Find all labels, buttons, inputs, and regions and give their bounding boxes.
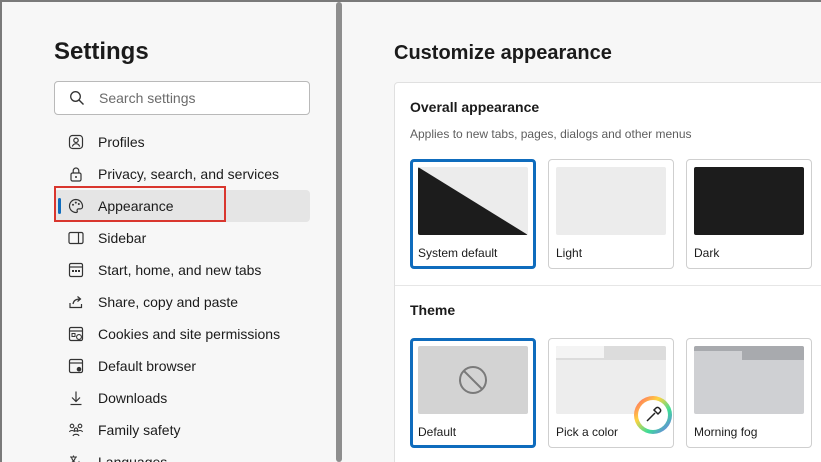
sidebar-item-share[interactable]: Share, copy and paste xyxy=(54,286,310,318)
tile-label: System default xyxy=(418,246,498,260)
lock-icon xyxy=(68,166,84,182)
sidebar-item-label: Downloads xyxy=(98,390,168,406)
system-default-swatch xyxy=(418,167,528,235)
sidebar-item-label: Start, home, and new tabs xyxy=(98,262,262,278)
theme-option-default[interactable]: Default xyxy=(410,338,536,448)
dark-preview xyxy=(694,167,804,235)
light-preview xyxy=(556,167,666,235)
settings-sidebar: Settings Profiles Privacy, search, and s… xyxy=(2,2,334,462)
color-picker-icon[interactable] xyxy=(633,395,673,440)
home-grid-icon xyxy=(68,262,84,278)
sidebar-item-label: Profiles xyxy=(98,134,145,150)
theme-title: Theme xyxy=(410,302,456,318)
appearance-option-dark[interactable]: Dark xyxy=(686,159,812,269)
system-default-preview xyxy=(418,167,528,235)
theme-option-pick-color[interactable]: Pick a color xyxy=(548,338,674,448)
sidebar-item-start-home[interactable]: Start, home, and new tabs xyxy=(54,254,310,286)
sidebar-item-sidebar[interactable]: Sidebar xyxy=(54,222,310,254)
sidebar-item-label: Family safety xyxy=(98,422,181,438)
appearance-option-system-default[interactable]: System default xyxy=(410,159,536,269)
overall-appearance-description: Applies to new tabs, pages, dialogs and … xyxy=(410,127,692,141)
tile-label: Light xyxy=(556,246,583,260)
appearance-card: Overall appearance Applies to new tabs, … xyxy=(394,82,821,462)
search-input[interactable] xyxy=(99,90,299,106)
sidebar-item-appearance[interactable]: Appearance xyxy=(54,190,310,222)
search-box[interactable] xyxy=(54,81,310,115)
tile-label: Dark xyxy=(694,246,720,260)
sidebar-item-label: Share, copy and paste xyxy=(98,294,239,310)
sidebar-item-privacy[interactable]: Privacy, search, and services xyxy=(54,158,310,190)
sidebar-item-profiles[interactable]: Profiles xyxy=(54,126,310,158)
sidebar-item-label: Privacy, search, and services xyxy=(98,166,280,182)
sidebar-item-cookies[interactable]: Cookies and site permissions xyxy=(54,318,310,350)
sidebar-item-default-browser[interactable]: Default browser xyxy=(54,350,310,382)
sidebar-item-label: Languages xyxy=(98,454,168,462)
sidebar-item-label: Default browser xyxy=(98,358,197,374)
download-icon xyxy=(68,390,84,406)
search-icon xyxy=(55,90,99,106)
no-theme-icon xyxy=(459,366,487,394)
family-icon xyxy=(68,422,84,438)
section-divider xyxy=(395,285,821,286)
default-theme-preview xyxy=(418,346,528,414)
palette-icon xyxy=(68,198,84,214)
sidebar-item-label: Sidebar xyxy=(98,230,147,246)
page-title: Customize appearance xyxy=(394,42,612,64)
browser-icon xyxy=(68,358,84,374)
sidebar-item-label: Appearance xyxy=(98,198,174,214)
share-icon xyxy=(68,294,84,310)
profile-icon xyxy=(68,134,84,150)
tile-label: Default xyxy=(418,425,457,439)
appearance-option-light[interactable]: Light xyxy=(548,159,674,269)
sidebar-icon xyxy=(68,230,84,246)
morning-fog-preview xyxy=(694,346,804,414)
tile-label: Morning fog xyxy=(694,425,758,439)
main-content: Customize appearance Overall appearance … xyxy=(342,2,821,462)
sidebar-item-label: Cookies and site permissions xyxy=(98,326,281,342)
morning-fog-swatch xyxy=(694,346,804,414)
tile-label: Pick a color xyxy=(556,425,619,439)
sidebar-item-family-safety[interactable]: Family safety xyxy=(54,414,310,446)
settings-nav: Profiles Privacy, search, and services A… xyxy=(54,126,310,462)
cookie-icon xyxy=(68,326,84,342)
settings-title: Settings xyxy=(54,38,149,65)
overall-appearance-title: Overall appearance xyxy=(410,99,540,115)
language-icon xyxy=(68,454,84,462)
theme-option-morning-fog[interactable]: Morning fog xyxy=(686,338,812,448)
sidebar-item-languages[interactable]: Languages xyxy=(54,446,310,462)
sidebar-item-downloads[interactable]: Downloads xyxy=(54,382,310,414)
